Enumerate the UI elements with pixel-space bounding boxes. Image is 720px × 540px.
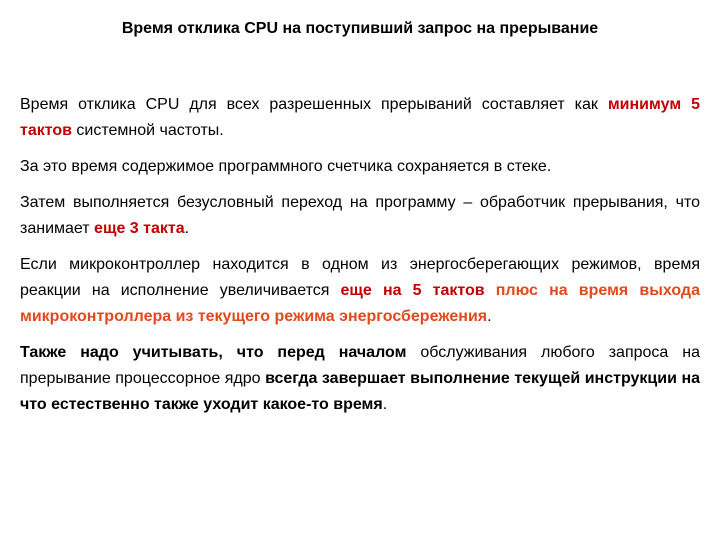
- highlight-extra-cycles: еще 3 такта: [94, 220, 185, 237]
- paragraph-text: Время отклика CPU для всех разрешенных п…: [20, 96, 608, 113]
- paragraph-jump: Затем выполняется безусловный переход на…: [20, 190, 700, 242]
- slide-body: Время отклика CPU для всех разрешенных п…: [20, 92, 700, 428]
- paragraph-text: системной частоты.: [71, 122, 224, 139]
- paragraph-response-time: Время отклика CPU для всех разрешенных п…: [20, 92, 700, 144]
- highlight-sleep-cycles: еще на 5 тактов: [340, 282, 485, 299]
- bold-text: Также надо учитывать, что перед началом: [20, 344, 407, 361]
- paragraph-instruction: Также надо учитывать, что перед началом …: [20, 340, 700, 418]
- paragraph-text: .: [382, 396, 388, 413]
- paragraph-text: .: [184, 220, 190, 237]
- paragraph-text: .: [487, 308, 492, 325]
- paragraph-stack: За это время содержимое программного сче…: [20, 154, 700, 180]
- slide-title: Время отклика CPU на поступивший запрос …: [121, 20, 599, 37]
- paragraph-sleep-mode: Если микроконтроллер находится в одном и…: [20, 252, 700, 330]
- paragraph-text: За это время содержимое программного сче…: [20, 158, 552, 175]
